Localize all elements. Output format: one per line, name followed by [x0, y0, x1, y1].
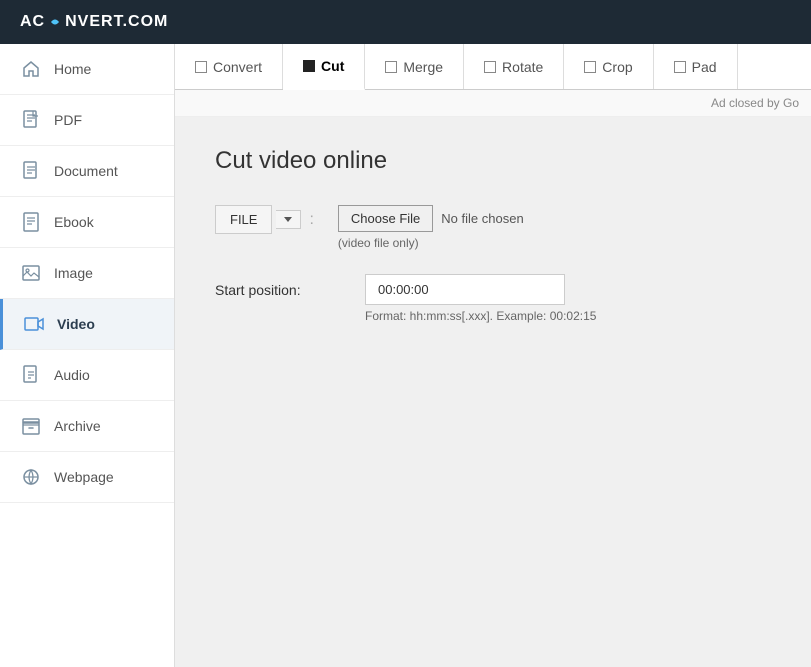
- sidebar-item-document[interactable]: Document: [0, 146, 174, 197]
- sidebar-label-pdf: PDF: [54, 112, 82, 128]
- sidebar-label-webpage: Webpage: [54, 469, 114, 485]
- archive-icon: [20, 415, 42, 437]
- tab-crop[interactable]: Crop: [564, 44, 653, 89]
- sidebar-item-video[interactable]: Video: [0, 299, 174, 350]
- file-hint: (video file only): [338, 236, 524, 250]
- tab-cut-label: Cut: [321, 58, 344, 74]
- tab-pad[interactable]: Pad: [654, 44, 738, 89]
- tab-crop-label: Crop: [602, 59, 632, 75]
- sidebar-item-pdf[interactable]: PDF: [0, 95, 174, 146]
- ebook-icon: [20, 211, 42, 233]
- page-content: Cut video online FILE : Choose File No f…: [175, 117, 811, 667]
- sidebar: Home PDF Document Ebook Image: [0, 44, 175, 667]
- file-row: FILE : Choose File No file chosen (video…: [215, 205, 771, 250]
- sidebar-item-home[interactable]: Home: [0, 44, 174, 95]
- sidebar-item-audio[interactable]: Audio: [0, 350, 174, 401]
- page-title: Cut video online: [215, 147, 771, 175]
- tab-merge[interactable]: Merge: [365, 44, 464, 89]
- tab-merge-label: Merge: [403, 59, 443, 75]
- file-button[interactable]: FILE: [215, 205, 272, 234]
- tab-bar: Convert Cut Merge Rotate Crop Pad: [175, 44, 811, 90]
- image-icon: [20, 262, 42, 284]
- sidebar-item-archive[interactable]: Archive: [0, 401, 174, 452]
- file-dropdown[interactable]: [276, 210, 301, 229]
- tab-merge-checkbox: [385, 61, 397, 73]
- ad-text: Ad closed by Go: [711, 96, 799, 110]
- audio-icon: [20, 364, 42, 386]
- sidebar-item-image[interactable]: Image: [0, 248, 174, 299]
- sidebar-label-document: Document: [54, 163, 118, 179]
- sidebar-item-ebook[interactable]: Ebook: [0, 197, 174, 248]
- tab-convert[interactable]: Convert: [175, 44, 283, 89]
- sidebar-label-archive: Archive: [54, 418, 101, 434]
- main-content: Convert Cut Merge Rotate Crop Pad: [175, 44, 811, 667]
- home-icon: [20, 58, 42, 80]
- tab-convert-checkbox: [195, 61, 207, 73]
- no-file-text: No file chosen: [441, 211, 523, 226]
- tab-crop-checkbox: [584, 61, 596, 73]
- start-position-input-col: Format: hh:mm:ss[.xxx]. Example: 00:02:1…: [365, 274, 596, 323]
- document-icon: [20, 160, 42, 182]
- tab-rotate-checkbox: [484, 61, 496, 73]
- sidebar-label-ebook: Ebook: [54, 214, 94, 230]
- choose-file-button[interactable]: Choose File: [338, 205, 433, 232]
- start-position-input[interactable]: [365, 274, 565, 305]
- sidebar-item-webpage[interactable]: Webpage: [0, 452, 174, 503]
- format-hint: Format: hh:mm:ss[.xxx]. Example: 00:02:1…: [365, 309, 596, 323]
- video-icon: [23, 313, 45, 335]
- tab-rotate[interactable]: Rotate: [464, 44, 564, 89]
- webpage-icon: [20, 466, 42, 488]
- tab-rotate-label: Rotate: [502, 59, 543, 75]
- tab-cut[interactable]: Cut: [283, 44, 365, 90]
- choose-file-row: Choose File No file chosen: [338, 205, 524, 232]
- logo-text: AC: [20, 13, 45, 31]
- site-logo: AC NVERT.COM: [20, 13, 168, 31]
- layout: Home PDF Document Ebook Image: [0, 44, 811, 667]
- choose-file-container: Choose File No file chosen (video file o…: [338, 205, 524, 250]
- dropdown-arrow-icon: [284, 217, 292, 222]
- sidebar-label-home: Home: [54, 61, 91, 77]
- file-separator: :: [309, 211, 313, 229]
- header: AC NVERT.COM: [0, 0, 811, 44]
- tab-pad-label: Pad: [692, 59, 717, 75]
- format-hint-text: Format: hh:mm:ss[.xxx]. Example:: [365, 309, 546, 323]
- sidebar-label-audio: Audio: [54, 367, 90, 383]
- start-position-label: Start position:: [215, 274, 345, 298]
- logo-arrow-icon: [48, 15, 62, 29]
- tab-pad-checkbox: [674, 61, 686, 73]
- sidebar-label-image: Image: [54, 265, 93, 281]
- format-example: 00:02:15: [550, 309, 597, 323]
- start-position-row: Start position: Format: hh:mm:ss[.xxx]. …: [215, 274, 771, 323]
- logo-text-2: NVERT.COM: [65, 13, 168, 31]
- pdf-icon: [20, 109, 42, 131]
- file-input-group: FILE :: [215, 205, 318, 234]
- tab-convert-label: Convert: [213, 59, 262, 75]
- sidebar-label-video: Video: [57, 316, 95, 332]
- ad-bar: Ad closed by Go: [175, 90, 811, 117]
- tab-cut-checkbox: [303, 60, 315, 72]
